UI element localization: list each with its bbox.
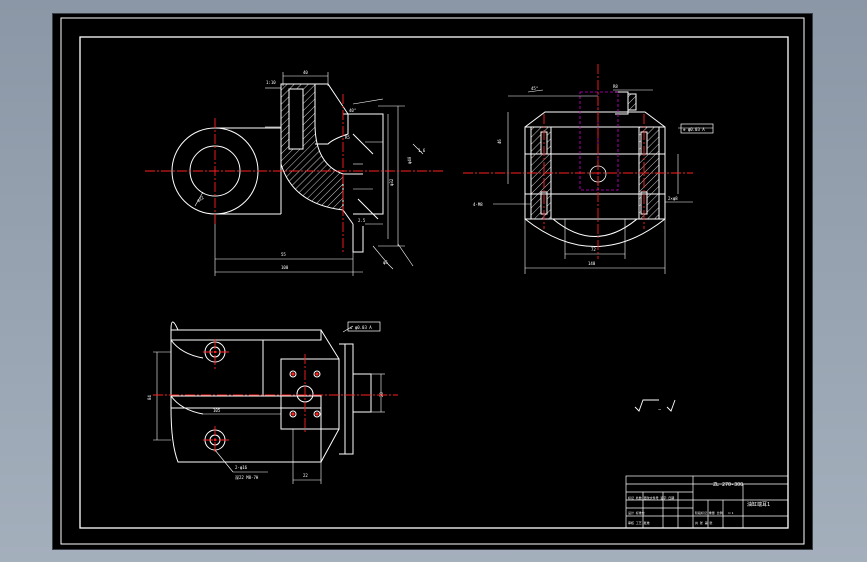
svg-text:2-φ16: 2-φ16 xyxy=(235,465,248,470)
svg-text:100: 100 xyxy=(281,265,289,270)
svg-text:深22 M8-7H: 深22 M8-7H xyxy=(235,474,259,480)
svg-text:1:10: 1:10 xyxy=(266,80,276,85)
svg-text:40: 40 xyxy=(303,70,308,75)
revision-row: 标记 处数 更改文件号 签字 日期 xyxy=(628,495,674,500)
sheet-row: 共 张 第 张 xyxy=(695,520,712,525)
inner-frame xyxy=(79,36,789,529)
svg-text:72: 72 xyxy=(591,247,596,252)
svg-text:105: 105 xyxy=(213,408,221,413)
svg-text:45°: 45° xyxy=(531,86,538,91)
top-view-dims xyxy=(153,325,385,484)
svg-text:φ32: φ32 xyxy=(389,178,394,186)
roughness-notes xyxy=(634,399,676,412)
svg-text:84: 84 xyxy=(147,395,152,400)
svg-text:4-M8: 4-M8 xyxy=(473,202,483,207)
scale-value: 1:1 xyxy=(728,511,734,515)
approval-row: 审核 工艺 批准 xyxy=(628,520,650,525)
svg-text:⊕ φ0.03 A: ⊕ φ0.03 A xyxy=(683,127,705,132)
outer-frame xyxy=(60,17,805,545)
engineering-drawing[interactable]: 1:10 40 55 100 40° φ40 φ32 2.5 R5 φ5 1.6… xyxy=(53,14,812,549)
svg-text:φ5: φ5 xyxy=(383,260,388,265)
hidden-lines xyxy=(579,91,619,191)
svg-text:⊥ φ0.03 A: ⊥ φ0.03 A xyxy=(350,325,372,330)
slot-rect xyxy=(288,88,304,150)
svg-text:40°: 40° xyxy=(349,108,356,113)
lower-saddle xyxy=(552,218,638,237)
svg-text:22: 22 xyxy=(303,473,308,478)
svg-text:φ22: φ22 xyxy=(196,195,205,203)
flange-plate xyxy=(280,358,340,430)
svg-text:1.6: 1.6 xyxy=(418,148,426,153)
title-block-text: ZL 270-300 油缸端耳1 标记 处数 更改文件号 签字 日期 设计 标准… xyxy=(628,482,770,525)
svg-text:140: 140 xyxy=(588,261,596,266)
top-view-labels: 84 105 22 20 ⊥ φ0.03 A 2-φ16 深22 M8-7H xyxy=(147,325,384,480)
drawing-number: ZL 270-300 xyxy=(713,482,743,488)
top-view xyxy=(170,321,372,463)
stage-row: 阶段标记 重量 比例 xyxy=(695,510,723,515)
designer-row: 设计 标准化 xyxy=(628,510,645,515)
svg-text:R8: R8 xyxy=(613,84,618,89)
svg-text:2×φ8: 2×φ8 xyxy=(668,196,678,201)
svg-text:55: 55 xyxy=(281,252,286,257)
roughness-tilde: ∼ xyxy=(658,407,661,413)
svg-text:φ40: φ40 xyxy=(407,156,412,164)
svg-text:20: 20 xyxy=(379,392,384,397)
svg-text:2.5: 2.5 xyxy=(358,218,366,223)
part-name: 油缸端耳1 xyxy=(747,501,770,508)
svg-text:R5: R5 xyxy=(345,135,350,140)
svg-text:46: 46 xyxy=(497,139,502,144)
cad-model-space[interactable]: 1:10 40 55 100 40° φ40 φ32 2.5 R5 φ5 1.6… xyxy=(53,14,812,549)
